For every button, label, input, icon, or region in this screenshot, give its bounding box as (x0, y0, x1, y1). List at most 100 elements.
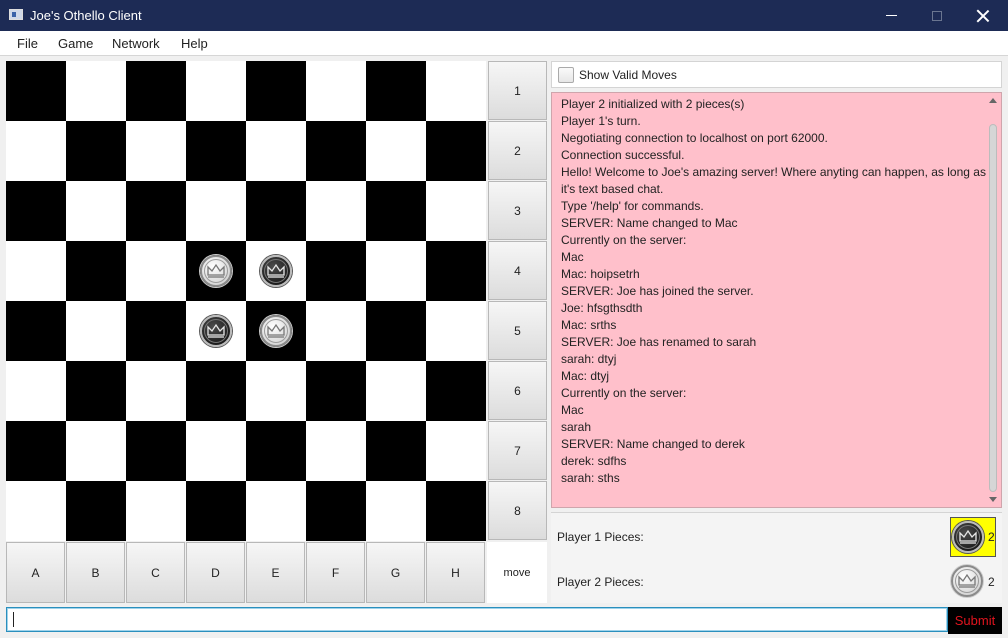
board-cell-h8[interactable] (426, 481, 486, 541)
white-piece (260, 315, 292, 347)
chat-input[interactable] (6, 607, 948, 632)
row-button-8[interactable]: 8 (488, 481, 547, 540)
board-cell-f8[interactable] (306, 481, 366, 541)
menu-file[interactable]: File (17, 36, 38, 51)
board-cell-h5[interactable] (426, 301, 486, 361)
scroll-thumb[interactable] (989, 124, 997, 492)
board-cell-h7[interactable] (426, 421, 486, 481)
board-cell-f4[interactable] (306, 241, 366, 301)
board-cell-a4[interactable] (6, 241, 66, 301)
board-cell-a2[interactable] (6, 121, 66, 181)
othello-board (6, 61, 486, 541)
board-cell-c4[interactable] (126, 241, 186, 301)
minimize-button[interactable] (868, 0, 914, 31)
board-cell-f1[interactable] (306, 61, 366, 121)
menu-network[interactable]: Network (112, 36, 160, 51)
board-cell-c7[interactable] (126, 421, 186, 481)
board-cell-e1[interactable] (246, 61, 306, 121)
row-button-5[interactable]: 5 (488, 301, 547, 360)
board-cell-g7[interactable] (366, 421, 426, 481)
board-cell-g8[interactable] (366, 481, 426, 541)
board-cell-c5[interactable] (126, 301, 186, 361)
board-cell-a3[interactable] (6, 181, 66, 241)
column-button-g[interactable]: G (366, 542, 425, 603)
board-cell-a6[interactable] (6, 361, 66, 421)
column-button-a[interactable]: A (6, 542, 65, 603)
board-cell-b7[interactable] (66, 421, 126, 481)
board-cell-g6[interactable] (366, 361, 426, 421)
board-cell-b8[interactable] (66, 481, 126, 541)
black-piece-icon (952, 521, 984, 553)
board-cell-d6[interactable] (186, 361, 246, 421)
board-cell-b3[interactable] (66, 181, 126, 241)
board-cell-d4[interactable] (186, 241, 246, 301)
menu-help[interactable]: Help (181, 36, 208, 51)
column-button-h[interactable]: H (426, 542, 485, 603)
column-button-e[interactable]: E (246, 542, 305, 603)
scroll-down-icon[interactable] (989, 497, 997, 502)
column-button-d[interactable]: D (186, 542, 245, 603)
row-button-4[interactable]: 4 (488, 241, 547, 300)
board-cell-e3[interactable] (246, 181, 306, 241)
board-cell-c2[interactable] (126, 121, 186, 181)
board-cell-b6[interactable] (66, 361, 126, 421)
menu-game[interactable]: Game (58, 36, 93, 51)
board-cell-h2[interactable] (426, 121, 486, 181)
board-cell-b4[interactable] (66, 241, 126, 301)
maximize-button[interactable] (914, 0, 960, 31)
board-cell-d5[interactable] (186, 301, 246, 361)
board-cell-a7[interactable] (6, 421, 66, 481)
chat-scrollbar[interactable] (986, 94, 1000, 506)
close-button[interactable] (960, 0, 1006, 31)
board-cell-g2[interactable] (366, 121, 426, 181)
board-cell-f6[interactable] (306, 361, 366, 421)
row-button-2[interactable]: 2 (488, 121, 547, 180)
board-cell-e6[interactable] (246, 361, 306, 421)
board-cell-h4[interactable] (426, 241, 486, 301)
board-cell-d3[interactable] (186, 181, 246, 241)
show-valid-moves-checkbox[interactable] (558, 67, 574, 83)
board-cell-d7[interactable] (186, 421, 246, 481)
board-cell-h3[interactable] (426, 181, 486, 241)
scroll-up-icon[interactable] (989, 98, 997, 103)
board-cell-f5[interactable] (306, 301, 366, 361)
board-cell-a5[interactable] (6, 301, 66, 361)
board-cell-f7[interactable] (306, 421, 366, 481)
board-cell-e8[interactable] (246, 481, 306, 541)
move-label: move (487, 542, 547, 603)
board-cell-e4[interactable] (246, 241, 306, 301)
row-button-1[interactable]: 1 (488, 61, 547, 120)
board-cell-b5[interactable] (66, 301, 126, 361)
board-cell-g5[interactable] (366, 301, 426, 361)
board-cell-e7[interactable] (246, 421, 306, 481)
board-cell-c8[interactable] (126, 481, 186, 541)
board-cell-d8[interactable] (186, 481, 246, 541)
board-cell-d1[interactable] (186, 61, 246, 121)
board-cell-h1[interactable] (426, 61, 486, 121)
white-piece-icon (951, 565, 983, 597)
board-cell-a8[interactable] (6, 481, 66, 541)
board-cell-b1[interactable] (66, 61, 126, 121)
board-cell-f3[interactable] (306, 181, 366, 241)
board-cell-d2[interactable] (186, 121, 246, 181)
row-button-3[interactable]: 3 (488, 181, 547, 240)
board-cell-g1[interactable] (366, 61, 426, 121)
board-cell-c6[interactable] (126, 361, 186, 421)
board-cell-g4[interactable] (366, 241, 426, 301)
board-cell-c3[interactable] (126, 181, 186, 241)
submit-button[interactable]: Submit (948, 607, 1002, 634)
board-cell-c1[interactable] (126, 61, 186, 121)
board-cell-a1[interactable] (6, 61, 66, 121)
board-cell-e5[interactable] (246, 301, 306, 361)
board-cell-b2[interactable] (66, 121, 126, 181)
board-cell-h6[interactable] (426, 361, 486, 421)
column-button-f[interactable]: F (306, 542, 365, 603)
row-button-7[interactable]: 7 (488, 421, 547, 480)
column-button-c[interactable]: C (126, 542, 185, 603)
row-button-6[interactable]: 6 (488, 361, 547, 420)
board-cell-e2[interactable] (246, 121, 306, 181)
chat-line: Mac: srths (561, 318, 617, 332)
column-button-b[interactable]: B (66, 542, 125, 603)
board-cell-g3[interactable] (366, 181, 426, 241)
board-cell-f2[interactable] (306, 121, 366, 181)
